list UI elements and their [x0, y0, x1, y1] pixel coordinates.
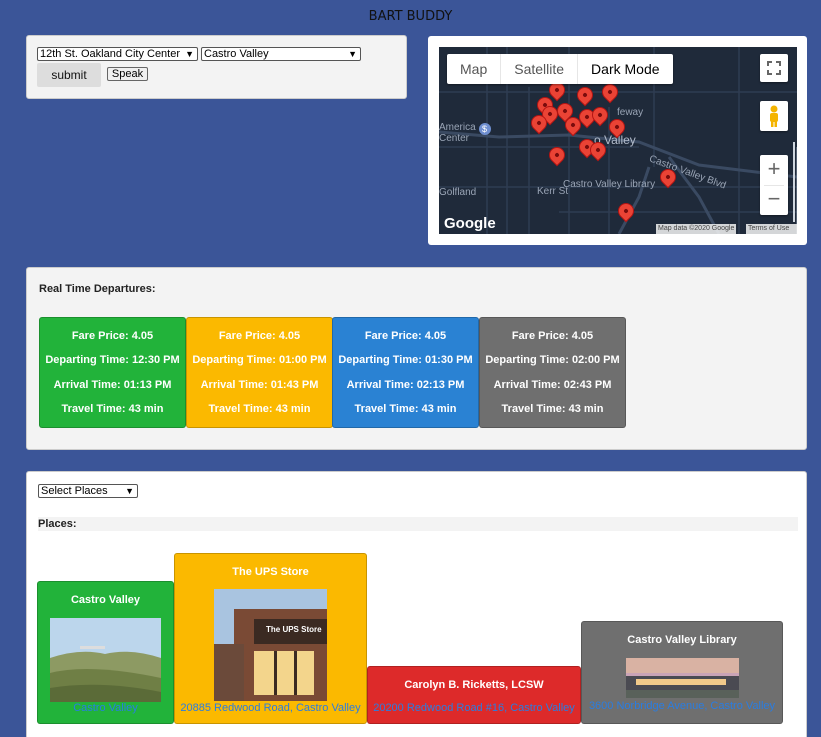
- place-name: Castro Valley Library: [627, 634, 737, 646]
- arrival-time: Arrival Time: 02:13 PM: [346, 379, 465, 391]
- departure-card[interactable]: Fare Price: 4.05 Departing Time: 02:00 P…: [479, 317, 626, 428]
- fullscreen-icon: [767, 61, 781, 75]
- places-panel: Select Places ▼ Places: Castro Valley Ca…: [26, 471, 807, 737]
- route-panel: 12th St. Oakland City Center ▼ Castro Va…: [26, 35, 407, 99]
- svg-text:$: $: [482, 124, 487, 134]
- travel-time: Travel Time: 43 min: [208, 403, 311, 415]
- fare-price: Fare Price: 4.05: [218, 330, 301, 342]
- zoom-in-button[interactable]: +: [760, 155, 788, 185]
- destination-select[interactable]: Castro Valley ▼: [201, 47, 361, 61]
- place-name: The UPS Store: [232, 566, 309, 578]
- map-label-castro-valley-library: Castro Valley Library: [563, 179, 656, 190]
- place-address[interactable]: 3600 Norbridge Avenue, Castro Valley: [582, 700, 782, 712]
- map-type-dark-mode[interactable]: Dark Mode: [577, 54, 672, 84]
- arrival-time: Arrival Time: 02:43 PM: [493, 379, 612, 391]
- place-image: [626, 658, 739, 698]
- departing-time: Departing Time: 02:00 PM: [485, 354, 620, 366]
- fare-price: Fare Price: 4.05: [71, 330, 154, 342]
- destination-select-value: Castro Valley: [204, 48, 269, 60]
- fare-price: Fare Price: 4.05: [511, 330, 594, 342]
- map-type-control: Map Satellite Dark Mode: [447, 54, 673, 84]
- place-image: The UPS Store: [214, 589, 327, 701]
- place-image: [50, 618, 161, 702]
- arrival-time: Arrival Time: 01:43 PM: [200, 379, 319, 391]
- chevron-down-icon: ▼: [348, 49, 357, 59]
- places-heading: Places:: [38, 518, 77, 530]
- place-card[interactable]: Castro Valley Library 3600 Norbridge Ave…: [581, 621, 783, 724]
- chevron-down-icon: ▼: [185, 49, 194, 59]
- google-logo: Google: [444, 215, 496, 232]
- map-label-golfland: Golfland: [439, 187, 477, 198]
- origin-select[interactable]: 12th St. Oakland City Center ▼: [37, 47, 198, 61]
- places-header-bar: [38, 517, 798, 531]
- street-view-button[interactable]: [760, 101, 788, 131]
- departing-time: Departing Time: 01:30 PM: [338, 354, 473, 366]
- map-type-satellite[interactable]: Satellite: [500, 54, 577, 84]
- arrival-time: Arrival Time: 01:13 PM: [53, 379, 172, 391]
- zoom-control: + −: [760, 155, 788, 215]
- departing-time: Departing Time: 12:30 PM: [45, 354, 180, 366]
- place-card[interactable]: Castro Valley Castro Valley: [37, 581, 174, 724]
- pegman-icon: [770, 105, 778, 127]
- submit-button[interactable]: submit: [37, 63, 101, 87]
- places-select[interactable]: Select Places ▼: [38, 484, 138, 498]
- departure-card[interactable]: Fare Price: 4.05 Departing Time: 01:30 P…: [332, 317, 479, 428]
- travel-time: Travel Time: 43 min: [61, 403, 164, 415]
- place-address[interactable]: 20885 Redwood Road, Castro Valley: [175, 702, 366, 714]
- place-name: Castro Valley: [70, 594, 141, 606]
- travel-time: Travel Time: 43 min: [354, 403, 457, 415]
- place-address[interactable]: 20200 Redwood Road #16, Castro Valley: [368, 702, 580, 714]
- origin-select-value: 12th St. Oakland City Center: [40, 48, 181, 60]
- map-label-safeway: feway: [617, 107, 644, 118]
- map-attribution: Map data ©2020 Google: [656, 224, 737, 234]
- departing-time: Departing Time: 01:00 PM: [192, 354, 327, 366]
- zoom-out-button[interactable]: −: [760, 185, 788, 215]
- departure-card[interactable]: Fare Price: 4.05 Departing Time: 12:30 P…: [39, 317, 186, 428]
- map-view[interactable]: $ America Center o Valley Golfland Kerr …: [439, 47, 797, 234]
- place-card[interactable]: The UPS Store The UPS Store 20885 Redwoo…: [174, 553, 367, 724]
- app-title: BART BUDDY: [368, 9, 453, 24]
- chevron-down-icon: ▼: [125, 486, 134, 496]
- departures-panel: Real Time Departures: Fare Price: 4.05 D…: [26, 267, 807, 450]
- speak-button[interactable]: Speak: [107, 67, 148, 81]
- place-address[interactable]: Castro Valley: [38, 702, 173, 714]
- place-card[interactable]: Carolyn B. Ricketts, LCSW 20200 Redwood …: [367, 666, 581, 724]
- fullscreen-button[interactable]: [760, 54, 788, 82]
- places-select-value: Select Places: [41, 485, 108, 497]
- place-name: Carolyn B. Ricketts, LCSW: [404, 679, 544, 691]
- map-type-map[interactable]: Map: [447, 54, 500, 84]
- travel-time: Travel Time: 43 min: [501, 403, 604, 415]
- fare-price: Fare Price: 4.05: [364, 330, 447, 342]
- terms-of-use-link[interactable]: Terms of Use: [746, 224, 797, 234]
- departures-heading: Real Time Departures:: [39, 283, 156, 295]
- map-label-america: America: [439, 122, 476, 133]
- map-panel: $ America Center o Valley Golfland Kerr …: [428, 36, 807, 245]
- map-label-center: Center: [439, 133, 470, 144]
- ups-sign: The UPS Store: [266, 625, 322, 634]
- departure-card[interactable]: Fare Price: 4.05 Departing Time: 01:00 P…: [186, 317, 333, 428]
